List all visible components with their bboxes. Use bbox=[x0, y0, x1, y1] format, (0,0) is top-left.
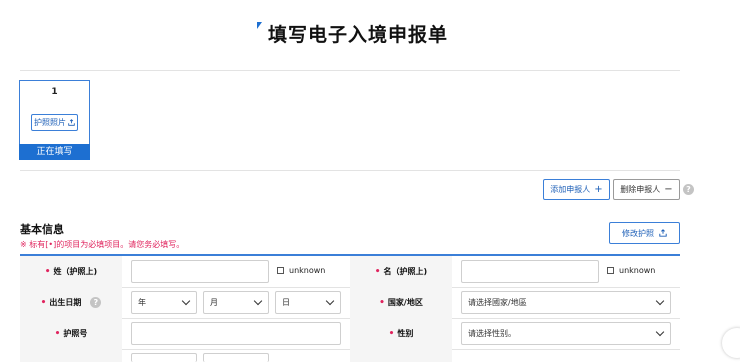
required-mark: • bbox=[388, 328, 395, 339]
divider bbox=[20, 70, 680, 71]
given-name-unknown-checkbox[interactable]: unknown bbox=[607, 266, 655, 275]
delete-applicant-label: 删除申报人 bbox=[620, 185, 661, 194]
unknown-label: unknown bbox=[619, 266, 656, 275]
add-applicant-button[interactable]: 添加申报人 + bbox=[543, 179, 610, 200]
required-mark: • bbox=[54, 328, 61, 339]
given-name-label: • 名（护照上) bbox=[350, 256, 452, 287]
gender-label: • 性别 bbox=[350, 318, 452, 349]
birth-day-select[interactable]: 日 bbox=[275, 291, 341, 314]
day-placeholder: 日 bbox=[282, 298, 290, 307]
next-row-label bbox=[350, 349, 452, 362]
help-icon[interactable]: ? bbox=[90, 297, 102, 308]
passport-photo-button[interactable]: 护照照片 bbox=[31, 114, 78, 131]
upload-icon bbox=[68, 119, 75, 126]
required-mark: • bbox=[379, 297, 385, 308]
divider bbox=[20, 170, 680, 171]
chevron-down-icon bbox=[253, 296, 263, 306]
chevron-down-icon bbox=[325, 296, 335, 306]
country-label-text: 国家/地区 bbox=[387, 298, 423, 307]
passport-number-label-text: 护照号 bbox=[63, 329, 88, 338]
given-name-label-text: 名（护照上) bbox=[383, 267, 428, 276]
checkbox-box[interactable] bbox=[277, 267, 284, 274]
plus-icon: + bbox=[594, 184, 603, 195]
add-applicant-label: 添加申报人 bbox=[550, 185, 591, 194]
help-icon[interactable]: ? bbox=[683, 184, 694, 195]
birthdate-label-text: 出生日期 bbox=[49, 298, 82, 307]
next-row-input[interactable] bbox=[131, 353, 197, 362]
applicant-card[interactable]: 1 护照照片 正在填写 bbox=[19, 80, 90, 160]
given-name-input[interactable] bbox=[461, 260, 599, 283]
modify-passport-label: 修改护照 bbox=[622, 228, 654, 238]
unknown-label: unknown bbox=[289, 266, 326, 275]
modify-passport-button[interactable]: 修改护照 bbox=[609, 222, 680, 244]
next-row-label bbox=[20, 349, 122, 362]
title-accent-mark bbox=[257, 22, 262, 29]
applicant-number: 1 bbox=[51, 87, 58, 97]
minus-icon: − bbox=[664, 184, 673, 195]
delete-applicant-button[interactable]: 删除申报人 − bbox=[613, 179, 680, 200]
gender-placeholder: 请选择性别。 bbox=[468, 329, 516, 338]
required-mark: • bbox=[374, 266, 381, 277]
upload-icon bbox=[659, 229, 667, 237]
passport-photo-button-label: 护照照片 bbox=[34, 118, 66, 127]
page-title: 填写电子入境申报单 bbox=[268, 24, 449, 46]
required-mark: • bbox=[40, 297, 47, 308]
country-label: • 国家/地区 bbox=[350, 287, 452, 318]
chevron-down-icon bbox=[655, 296, 665, 306]
scroll-button[interactable] bbox=[722, 328, 740, 358]
country-placeholder: 请选择國家/地區 bbox=[468, 298, 527, 307]
section-title: 基本信息 bbox=[20, 223, 64, 236]
birth-month-select[interactable]: 月 bbox=[203, 291, 269, 314]
gender-label-text: 性别 bbox=[397, 329, 414, 338]
birth-year-select[interactable]: 年 bbox=[131, 291, 197, 314]
chevron-down-icon bbox=[655, 327, 665, 337]
surname-unknown-checkbox[interactable]: unknown bbox=[277, 266, 325, 275]
required-note: ※ 标有[•]的项目为必填项目。请您务必填写。 bbox=[20, 240, 185, 249]
birthdate-label: • 出生日期 ? bbox=[20, 287, 122, 318]
checkbox-box[interactable] bbox=[607, 267, 614, 274]
country-select[interactable]: 请选择國家/地區 bbox=[461, 291, 671, 314]
required-mark: • bbox=[44, 266, 51, 277]
surname-input[interactable] bbox=[131, 260, 269, 283]
passport-number-input[interactable] bbox=[131, 322, 341, 345]
gender-select[interactable]: 请选择性别。 bbox=[461, 322, 671, 345]
surname-label: • 姓（护照上) bbox=[20, 256, 122, 287]
applicant-status-badge: 正在填写 bbox=[19, 144, 90, 160]
next-row-input[interactable] bbox=[203, 353, 269, 362]
passport-number-label: • 护照号 bbox=[20, 318, 122, 349]
chevron-down-icon bbox=[181, 296, 191, 306]
year-placeholder: 年 bbox=[138, 298, 146, 307]
surname-label-text: 姓（护照上) bbox=[53, 267, 98, 276]
month-placeholder: 月 bbox=[210, 298, 218, 307]
